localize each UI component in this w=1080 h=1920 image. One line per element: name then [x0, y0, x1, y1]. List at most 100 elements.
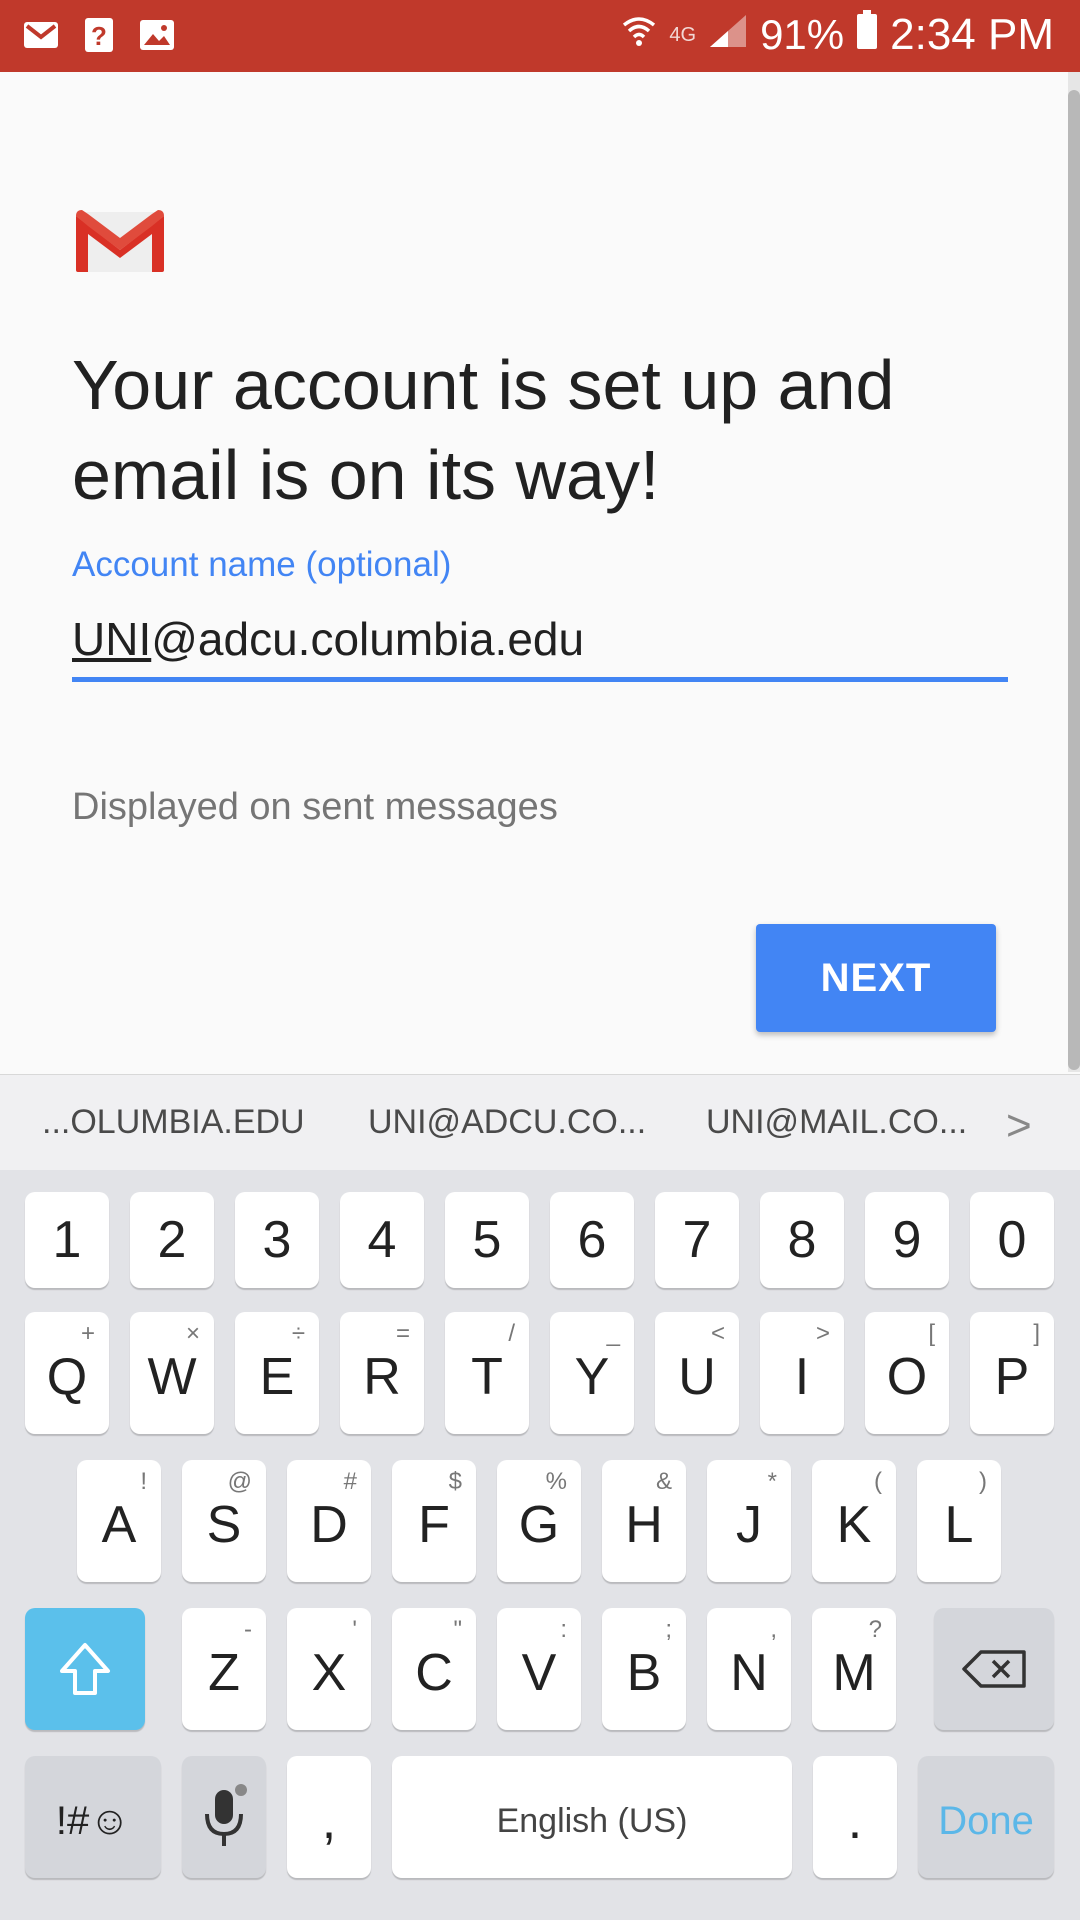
key-9[interactable]: 9 [865, 1192, 949, 1288]
key-7[interactable]: 7 [655, 1192, 739, 1288]
key-r[interactable]: R = [340, 1312, 424, 1434]
scrollbar-thumb[interactable] [1068, 90, 1080, 1070]
key-c-label: C [415, 1644, 453, 1702]
key-4-label: 4 [367, 1211, 397, 1269]
done-key[interactable]: Done [918, 1756, 1054, 1878]
key-u[interactable]: U < [655, 1312, 739, 1434]
key-a-hint: ! [140, 1468, 147, 1495]
space-key[interactable]: English (US) [392, 1756, 792, 1878]
key-q-label: Q [46, 1348, 88, 1406]
key-p[interactable]: P] [970, 1312, 1054, 1434]
account-name-label: Account name (optional) [72, 545, 452, 584]
key-g-label: G [518, 1496, 560, 1554]
backspace-icon [962, 1650, 1026, 1688]
account-name-input-rest: @adcu.columbia.edu [151, 613, 585, 665]
battery-percentage: 91% [760, 11, 845, 58]
chevron-right-icon[interactable]: > [1006, 1101, 1032, 1151]
soft-keyboard: ...OLUMBIA.EDU UNI@ADCU.CO... UNI@MAIL.C… [0, 1074, 1080, 1920]
image-notification-icon [138, 16, 176, 54]
key-z-label: Z [208, 1644, 240, 1702]
backspace-key[interactable] [934, 1608, 1054, 1730]
key-6[interactable]: 6 [550, 1192, 634, 1288]
key-t-label: T [471, 1348, 503, 1406]
status-bar: ? 4G 91% 2:34 PM [0, 0, 1080, 72]
key-y-hint: _ [606, 1320, 620, 1347]
key-h-hint: & [655, 1468, 672, 1495]
key-g[interactable]: G% [497, 1460, 581, 1582]
key-5[interactable]: 5 [445, 1192, 529, 1288]
key-y[interactable]: Y _ [550, 1312, 634, 1434]
shift-key[interactable] [25, 1608, 145, 1730]
key-n[interactable]: N, [707, 1608, 791, 1730]
key-b[interactable]: B; [602, 1608, 686, 1730]
key-2[interactable]: 2 [130, 1192, 214, 1288]
key-f[interactable]: F $ [392, 1460, 476, 1582]
key-o-hint: [ [928, 1320, 935, 1347]
key-8[interactable]: 8 [760, 1192, 844, 1288]
key-s-label: S [206, 1496, 242, 1554]
account-name-input-composing: UNI [72, 613, 152, 665]
key-x-label: X [311, 1644, 347, 1702]
key-3[interactable]: 3 [235, 1192, 319, 1288]
key-s[interactable]: S @ [182, 1460, 266, 1582]
key-7-label: 7 [682, 1211, 712, 1269]
key-z[interactable]: Z- [182, 1608, 266, 1730]
symbols-key[interactable]: !#☺ [25, 1756, 161, 1878]
key-k-hint: ( [874, 1468, 882, 1495]
key-i-hint: > [815, 1320, 830, 1347]
key-d-hint: # [343, 1468, 357, 1495]
helper-text: Displayed on sent messages [72, 786, 558, 828]
key-o[interactable]: O[ [865, 1312, 949, 1434]
period-key-label: . [847, 1792, 863, 1850]
key-h[interactable]: H & [602, 1460, 686, 1582]
key-q-hint: + [80, 1320, 95, 1347]
account-name-input[interactable]: UNI@adcu.columbia.edu [72, 612, 1008, 682]
suggestion-3[interactable]: UNI@MAIL.CO... [706, 1103, 967, 1142]
key-l[interactable]: L) [917, 1460, 1001, 1582]
key-i-label: I [794, 1348, 810, 1406]
key-d[interactable]: D # [287, 1460, 371, 1582]
suggestion-1[interactable]: ...OLUMBIA.EDU [42, 1103, 305, 1142]
key-1[interactable]: 1 [25, 1192, 109, 1288]
done-key-label: Done [938, 1798, 1034, 1843]
key-g-hint: % [545, 1468, 567, 1495]
key-i[interactable]: I > [760, 1312, 844, 1434]
key-w-hint: × [185, 1320, 200, 1347]
key-a-label: A [101, 1496, 137, 1554]
key-m[interactable]: M? [812, 1608, 896, 1730]
key-p-label: P [994, 1348, 1030, 1406]
key-x[interactable]: X ' [287, 1608, 371, 1730]
key-e[interactable]: E ÷ [235, 1312, 319, 1434]
voice-input-key[interactable] [182, 1756, 266, 1878]
key-j[interactable]: J * [707, 1460, 791, 1582]
key-d-label: D [310, 1496, 348, 1554]
help-notification-icon: ? [80, 16, 118, 54]
key-q[interactable]: Q + [25, 1312, 109, 1434]
comma-key-label: , [321, 1792, 337, 1850]
system-status: 4G 91% 2:34 PM [621, 10, 1054, 60]
key-j-label: J [736, 1496, 762, 1554]
key-4[interactable]: 4 [340, 1192, 424, 1288]
next-button[interactable]: NEXT [756, 924, 996, 1032]
battery-icon [856, 10, 878, 60]
key-c-hint: " [453, 1616, 462, 1643]
page-title: Your account is set up and email is on i… [72, 346, 895, 514]
key-w[interactable]: W × [130, 1312, 214, 1434]
key-r-hint: = [395, 1320, 410, 1347]
comma-key[interactable]: , [287, 1756, 371, 1878]
key-a[interactable]: A! [77, 1460, 161, 1582]
key-b-label: B [626, 1644, 662, 1702]
key-k[interactable]: K( [812, 1460, 896, 1582]
key-v[interactable]: V: [497, 1608, 581, 1730]
key-t[interactable]: T / [445, 1312, 529, 1434]
key-0[interactable]: 0 [970, 1192, 1054, 1288]
key-l-hint: ) [979, 1468, 987, 1495]
key-c[interactable]: C " [392, 1608, 476, 1730]
key-0-label: 0 [997, 1211, 1027, 1269]
suggestion-2[interactable]: UNI@ADCU.CO... [368, 1103, 646, 1142]
key-m-label: M [832, 1644, 876, 1702]
key-j-hint: * [767, 1468, 777, 1495]
period-key[interactable]: . [813, 1756, 897, 1878]
key-s-hint: @ [227, 1468, 252, 1495]
key-n-label: N [730, 1644, 768, 1702]
